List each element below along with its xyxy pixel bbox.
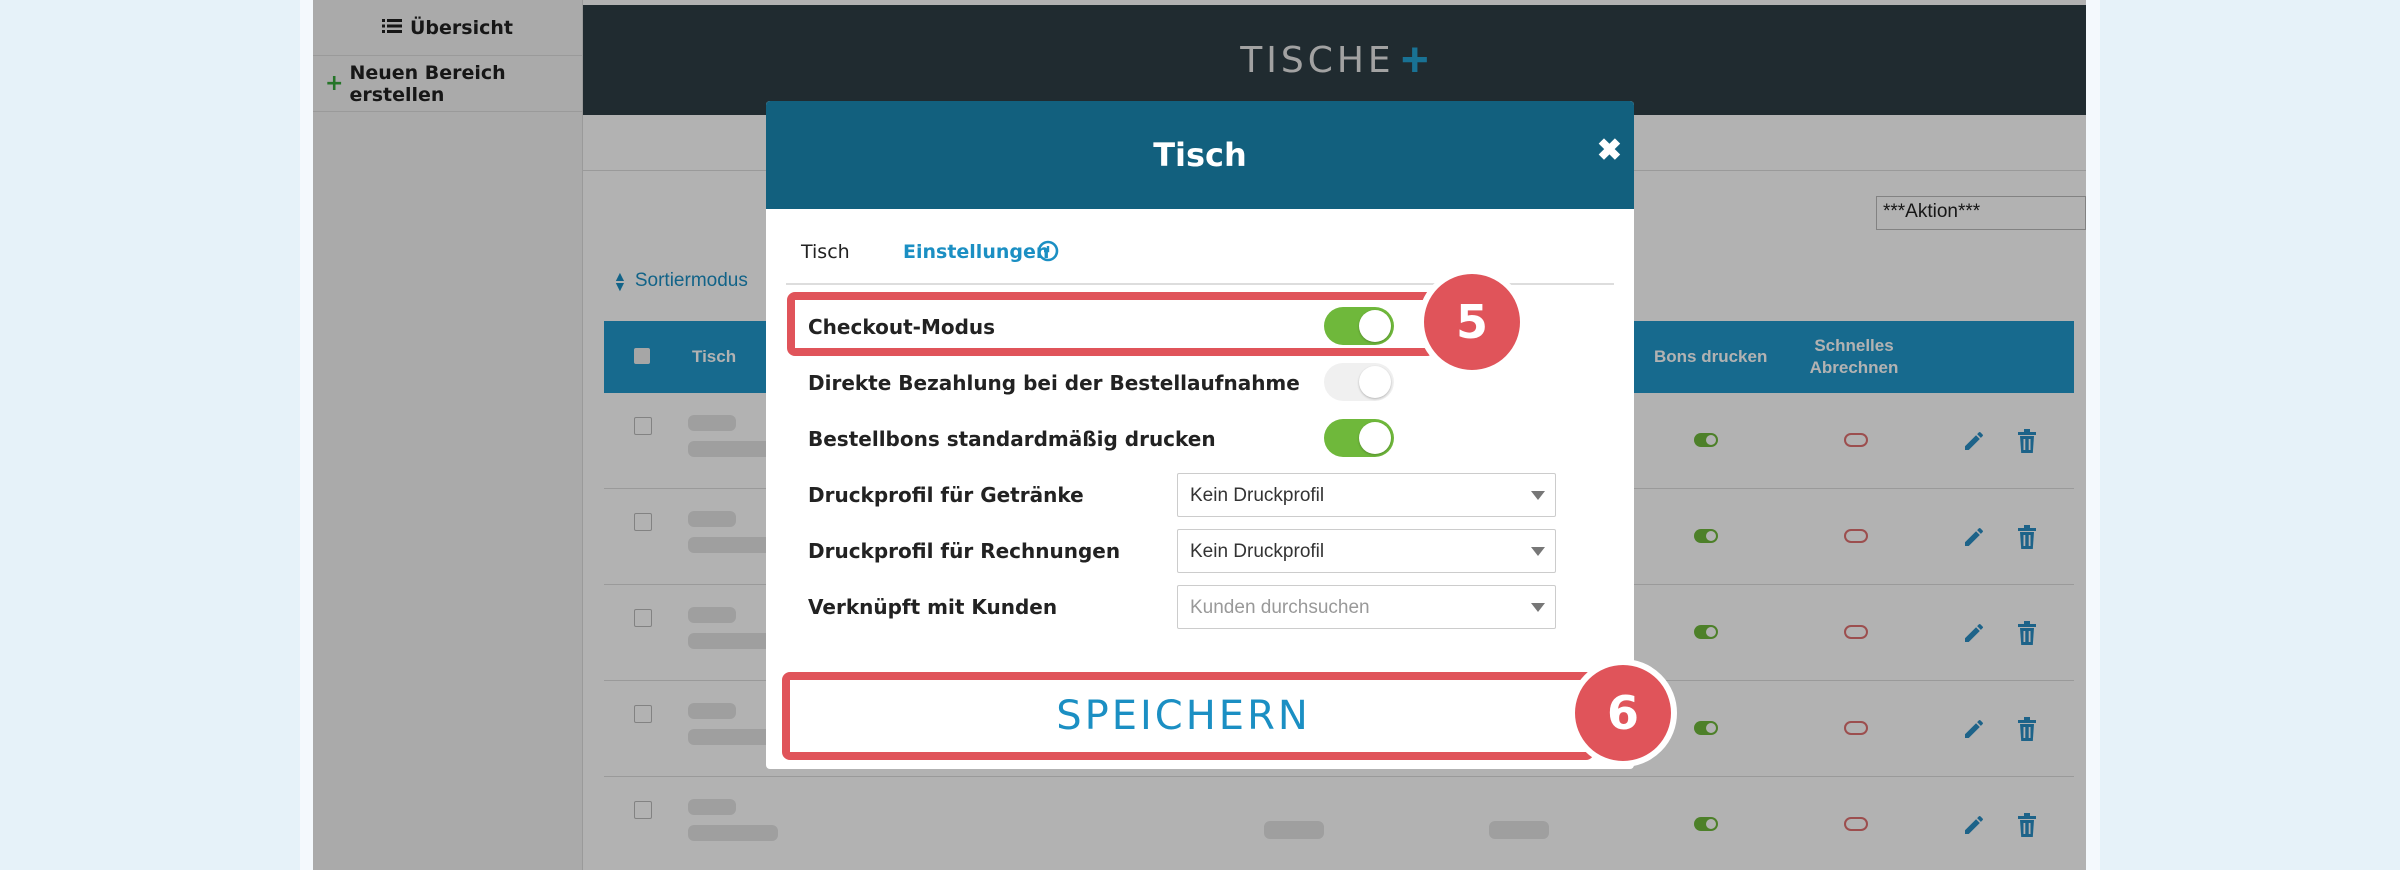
chevron-down-icon	[1531, 491, 1545, 500]
chevron-down-icon	[1531, 603, 1545, 612]
linked-customer-label: Verknüpft mit Kunden	[808, 595, 1058, 619]
clock-icon	[1036, 240, 1060, 268]
print-profile-invoices-label: Druckprofil für Rechnungen	[808, 539, 1121, 563]
chevron-down-icon	[1531, 547, 1545, 556]
select-value: Kein Druckprofil	[1190, 541, 1325, 562]
toggle-knob	[1359, 422, 1391, 454]
print-orders-default-label: Bestellbons standardmäßig drucken	[808, 427, 1216, 451]
print-profile-invoices-select[interactable]: Kein Druckprofil	[1177, 529, 1556, 573]
select-placeholder: Kunden durchsuchen	[1190, 597, 1370, 618]
step-5-badge: 5	[1418, 268, 1526, 376]
close-icon[interactable]: ✖	[1597, 133, 1622, 168]
direct-payment-label: Direkte Bezahlung bei der Bestellaufnahm…	[808, 371, 1300, 395]
print-orders-default-toggle[interactable]	[1324, 419, 1394, 457]
toggle-knob	[1359, 366, 1391, 398]
tab-einstellungen[interactable]: Einstellungen	[903, 241, 1049, 263]
print-profile-drinks-label: Druckprofil für Getränke	[808, 483, 1084, 507]
step-6-highlight	[782, 672, 1594, 760]
modal-header: Tisch ✖	[766, 101, 1634, 209]
direct-payment-toggle[interactable]	[1324, 363, 1394, 401]
tab-tisch[interactable]: Tisch	[801, 241, 850, 263]
step-6-badge: 6	[1569, 659, 1677, 767]
customer-search-select[interactable]: Kunden durchsuchen	[1177, 585, 1556, 629]
tab-history[interactable]	[1036, 239, 1060, 268]
print-profile-drinks-select[interactable]: Kein Druckprofil	[1177, 473, 1556, 517]
select-value: Kein Druckprofil	[1190, 485, 1325, 506]
step-5-highlight	[787, 292, 1435, 356]
modal-title: Tisch	[1153, 136, 1247, 174]
table-settings-modal: Tisch ✖ Tisch Einstellungen Checkout-Mod…	[766, 101, 1634, 769]
